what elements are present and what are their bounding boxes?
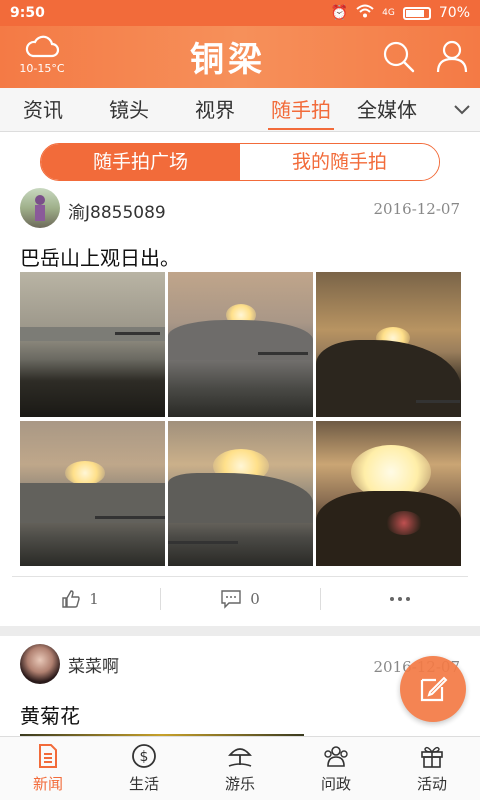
post-text: 黄菊花 — [20, 704, 80, 728]
weather-widget[interactable]: 10-15°C — [12, 32, 72, 75]
bottom-tab-label: 游乐 — [224, 775, 255, 793]
bottom-navigation: 新闻 $ 生活 游乐 问政 活动 — [0, 736, 480, 800]
money-icon: $ — [132, 744, 156, 768]
comment-button[interactable]: 0 — [160, 582, 320, 616]
status-time: 9:50 — [10, 5, 45, 21]
like-button[interactable]: 1 — [0, 582, 160, 616]
comment-count: 0 — [250, 590, 260, 608]
signal-icon: 4G — [382, 8, 395, 18]
gift-icon — [421, 746, 443, 768]
post-username[interactable]: 菜菜啊 — [68, 652, 119, 677]
app-header: 10-15°C 铜梁 — [0, 26, 480, 88]
tab-lens[interactable]: 镜头 — [86, 88, 172, 132]
edit-icon — [420, 676, 448, 702]
post-text: 巴岳山上观日出。 — [20, 246, 180, 270]
bottom-tab-events[interactable]: 活动 — [384, 737, 480, 800]
bottom-tab-fun[interactable]: 游乐 — [192, 737, 288, 800]
post-photo[interactable] — [20, 272, 165, 417]
app-logo: 铜梁 — [190, 40, 266, 80]
post-photo[interactable] — [316, 272, 461, 417]
post-photo[interactable] — [316, 421, 461, 566]
thumbs-up-icon — [62, 590, 80, 608]
cloud-icon — [25, 35, 60, 58]
user-icon — [436, 40, 468, 73]
tabs-expand-button[interactable] — [444, 88, 480, 132]
user-button[interactable] — [434, 38, 470, 74]
beach-umbrella-icon — [228, 748, 252, 767]
bottom-tab-label: 活动 — [416, 775, 447, 793]
category-tabs: 资讯 镜头 视界 随手拍 全媒体 — [0, 88, 480, 132]
post-separator — [0, 626, 480, 636]
chevron-down-icon — [454, 104, 470, 114]
segment-square[interactable]: 随手拍广场 — [41, 144, 240, 180]
search-icon — [383, 41, 415, 73]
post-actions: 1 0 — [0, 582, 480, 616]
tab-allmedia[interactable]: 全媒体 — [344, 88, 430, 132]
bottom-tab-news[interactable]: 新闻 — [0, 737, 96, 800]
people-group-icon — [324, 746, 348, 767]
post-card[interactable]: 渝J8855089 2016-12-07 巴岳山上观日出。 1 0 — [0, 188, 480, 626]
like-count: 1 — [89, 590, 99, 608]
battery-icon — [402, 6, 431, 20]
post-photo[interactable] — [168, 272, 313, 417]
document-icon — [39, 744, 57, 768]
segment-mine[interactable]: 我的随手拍 — [240, 144, 439, 180]
post-photo[interactable] — [168, 421, 313, 566]
tab-snapshot[interactable]: 随手拍 — [258, 88, 344, 132]
status-bar: 9:50 ⏰ 4G 70% — [0, 0, 480, 26]
more-button[interactable] — [320, 582, 480, 616]
tab-vision[interactable]: 视界 — [172, 88, 258, 132]
bottom-tab-politics[interactable]: 问政 — [288, 737, 384, 800]
battery-percent: 70% — [438, 5, 470, 21]
post-photo[interactable] — [20, 421, 165, 566]
status-icons: ⏰ 4G 70% — [331, 4, 470, 22]
avatar[interactable] — [20, 644, 60, 684]
person-silhouette-icon — [35, 195, 45, 221]
avatar[interactable] — [20, 188, 60, 228]
bottom-tab-label: 问政 — [320, 775, 351, 793]
weather-temp: 10-15°C — [19, 62, 65, 75]
bottom-tab-label: 生活 — [128, 775, 159, 793]
post-photo-grid — [20, 272, 461, 566]
compose-post-button[interactable] — [400, 656, 466, 722]
bottom-tab-label: 新闻 — [32, 775, 63, 793]
post-username[interactable]: 渝J8855089 — [68, 198, 166, 223]
comment-icon — [221, 590, 241, 609]
post-date: 2016-12-07 — [373, 200, 460, 218]
tab-news[interactable]: 资讯 — [0, 88, 86, 132]
snapshot-segment-control: 随手拍广场 我的随手拍 — [40, 143, 440, 181]
post-divider — [12, 576, 468, 577]
svg-text:$: $ — [140, 749, 149, 765]
search-button[interactable] — [380, 38, 416, 74]
more-dots-icon — [390, 597, 410, 601]
wifi-icon — [356, 4, 374, 22]
bottom-tab-life[interactable]: $ 生活 — [96, 737, 192, 800]
alarm-icon: ⏰ — [330, 5, 349, 21]
